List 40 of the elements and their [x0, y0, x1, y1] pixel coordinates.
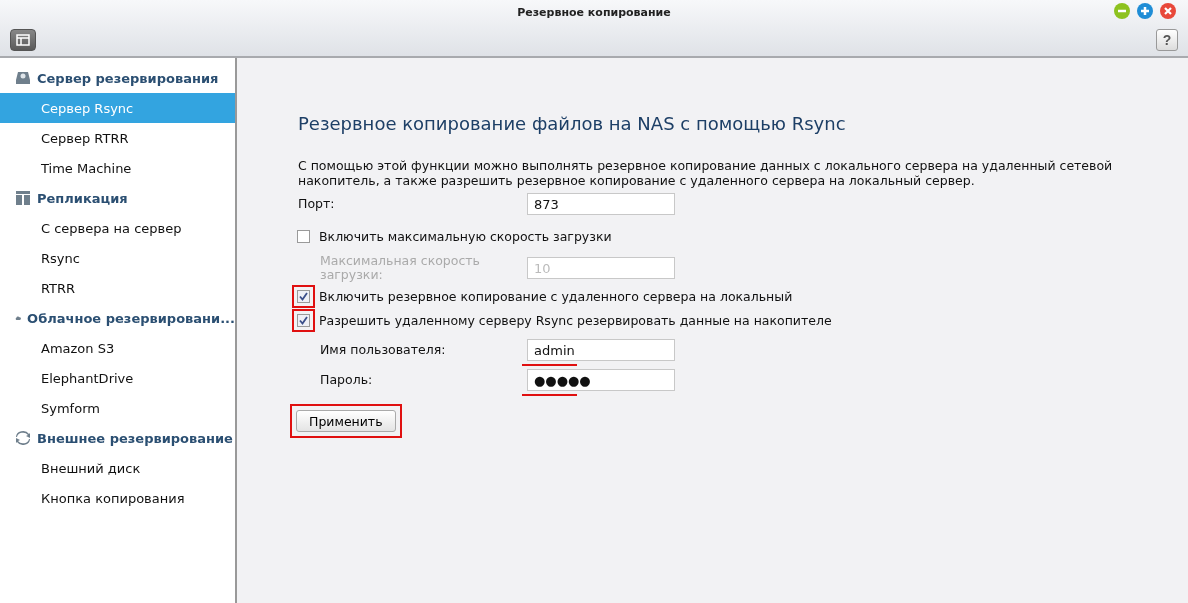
checkbox-label: Разрешить удаленному серверу Rsync резервировать данные на накопителе: [319, 312, 832, 328]
network-icon: [15, 191, 31, 205]
layout-icon: [16, 34, 30, 46]
sidebar-group-label: Облачное резервировани...: [27, 310, 235, 326]
sidebar-group-label: Сервер резервирования: [37, 70, 219, 86]
sidebar-item[interactable]: ElephantDrive: [0, 363, 235, 393]
checkbox[interactable]: [297, 313, 310, 327]
checkbox[interactable]: [297, 229, 310, 243]
close-icon[interactable]: [1160, 3, 1176, 19]
sidebar-item[interactable]: Time Machine: [0, 153, 235, 183]
input-field[interactable]: ●●●●●: [527, 369, 675, 391]
sync-icon: [15, 431, 31, 445]
sidebar-item[interactable]: Внешний диск: [0, 453, 235, 483]
sidebar-item[interactable]: Amazon S3: [0, 333, 235, 363]
field-label: Имя пользователя:: [319, 343, 447, 357]
field-label: Максимальная скорость загрузки:: [319, 254, 481, 282]
sidebar-item[interactable]: Сервер RTRR: [0, 123, 235, 153]
sidebar-item[interactable]: С сервера на сервер: [0, 213, 235, 243]
sidebar-group-label: Репликация: [37, 190, 128, 206]
drive-icon: [15, 71, 31, 85]
field-label: Порт:: [298, 197, 336, 211]
sidebar-item[interactable]: Rsync: [0, 243, 235, 273]
help-button[interactable]: ?: [1156, 29, 1178, 51]
checkbox[interactable]: [297, 289, 310, 303]
maximize-icon[interactable]: [1137, 3, 1153, 19]
minimize-icon[interactable]: [1114, 3, 1130, 19]
sidebar-group-label: Внешнее резервирование: [37, 430, 233, 446]
window-title: Резервное копирование: [517, 5, 671, 19]
checkbox-label: Включить резервное копирование с удаленного сервера на локальный: [319, 288, 793, 304]
checkbox-label: Включить максимальную скорость загрузки: [319, 228, 612, 244]
sidebar-item[interactable]: RTRR: [0, 273, 235, 303]
field-label: Пароль:: [319, 373, 374, 387]
page-heading: Резервное копирование файлов на NAS с помощью Rsync: [298, 113, 847, 134]
input-field[interactable]: 873: [527, 193, 675, 215]
description-text: С помощью этой функции можно выполнять резервное копирование данных с локального сервера на удаленный сетевой накопитель, а также разрешить резервное копирование с удаленного сервера на локальный сервер.: [298, 158, 1114, 188]
layout-button[interactable]: [10, 29, 36, 51]
sidebar-item[interactable]: Кнопка копирования: [0, 483, 235, 513]
apply-button[interactable]: Применить: [296, 410, 396, 432]
sidebar-item[interactable]: Symform: [0, 393, 235, 423]
input-field[interactable]: admin: [527, 339, 675, 361]
